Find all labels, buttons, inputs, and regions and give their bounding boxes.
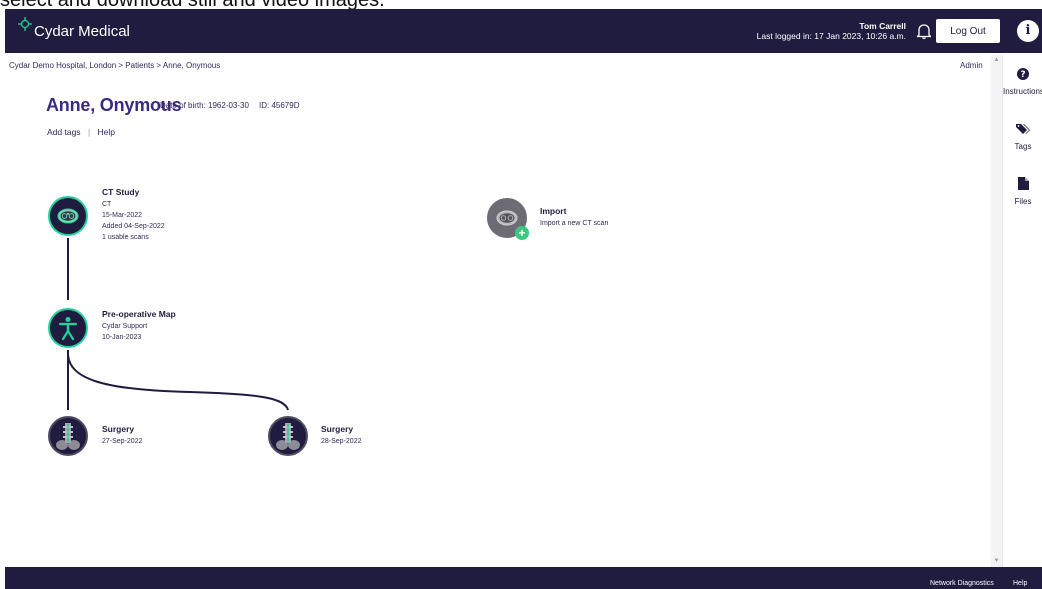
import-info[interactable]: Import Import a new CT scan: [540, 205, 608, 229]
xray-spine-icon: [56, 423, 80, 450]
ct-study-info[interactable]: CT Study CT 15-Mar-2022 Added 04-Sep-202…: [102, 186, 165, 243]
ct-study-modality: CT: [102, 201, 112, 208]
ct-study-node-icon[interactable]: [48, 196, 88, 236]
preop-map-date: 10-Jan-2023: [102, 334, 142, 341]
surgery-2-info[interactable]: Surgery 28-Sep-2022: [321, 423, 361, 447]
app-footer: Network Diagnostics Help: [5, 567, 1042, 589]
surgery-1-info[interactable]: Surgery 27-Sep-2022: [102, 423, 142, 447]
ct-study-scans: 1 usable scans: [102, 234, 149, 241]
person-icon: [58, 317, 78, 341]
footer-help-link[interactable]: Help: [1013, 580, 1027, 587]
ct-study-title: CT Study: [102, 187, 140, 197]
ct-study-date: 15-Mar-2022: [102, 212, 143, 219]
ct-study-added: Added 04-Sep-2022: [102, 223, 165, 230]
surgery-1-title: Surgery: [102, 424, 135, 434]
preop-map-title: Pre-operative Map: [102, 309, 176, 319]
import-title: Import: [540, 206, 567, 216]
import-subtitle: Import a new CT scan: [540, 220, 609, 227]
surgery-2-date: 28-Sep-2022: [321, 438, 362, 445]
timeline-connectors: [67, 238, 289, 411]
ct-scan-icon: [57, 208, 79, 224]
surgery-2-title: Surgery: [321, 424, 354, 434]
preop-map-author: Cydar Support: [102, 323, 148, 330]
surgery-2-node-icon[interactable]: [268, 416, 308, 456]
add-plus-icon[interactable]: +: [515, 226, 529, 240]
surgery-1-date: 27-Sep-2022: [102, 438, 143, 445]
xray-spine-icon: [276, 423, 300, 450]
preop-map-node-icon[interactable]: [48, 308, 88, 348]
preop-map-info[interactable]: Pre-operative Map Cydar Support 10-Jan-2…: [102, 308, 176, 343]
network-diagnostics-link[interactable]: Network Diagnostics: [930, 580, 994, 587]
surgery-1-node-icon[interactable]: [48, 416, 88, 456]
